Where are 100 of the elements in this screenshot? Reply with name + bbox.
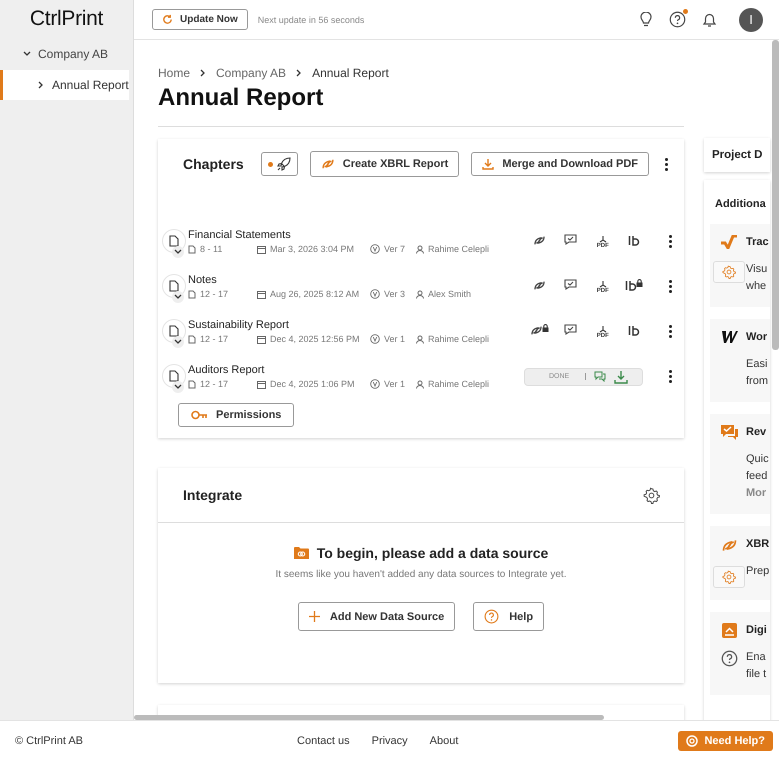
tool-description: Quic	[746, 452, 769, 467]
tool-title: Wor	[746, 331, 768, 343]
review-icon[interactable]	[564, 234, 578, 246]
chapter-name[interactable]: Auditors Report	[188, 364, 524, 376]
tool-description: feed	[746, 469, 768, 484]
acrobat-icon	[598, 326, 608, 332]
lock-icon	[542, 324, 550, 332]
checkmark-icon	[720, 235, 738, 249]
settings-button[interactable]	[713, 566, 745, 588]
tool-description: Visu	[746, 262, 768, 277]
avatar[interactable]: I	[739, 8, 763, 32]
pages-icon	[188, 290, 196, 298]
tool-description: Prep	[746, 564, 770, 579]
pages-icon	[188, 244, 196, 254]
lifebuoy-icon	[686, 734, 698, 746]
create-xbrl-report-button[interactable]: Create XBRL Report	[310, 151, 460, 177]
review-chat-icon	[720, 425, 738, 440]
version-label: Ver 1	[384, 379, 406, 389]
copyright: © CtrlPrint AB	[15, 734, 84, 746]
tool-description: whe	[746, 279, 768, 294]
w-logo-icon	[720, 330, 738, 343]
help-icon[interactable]	[667, 9, 688, 30]
footer-link[interactable]: Contact us	[297, 734, 350, 746]
rocket-button[interactable]	[260, 152, 298, 176]
version-icon	[370, 379, 380, 389]
add-data-source-button[interactable]: Add New Data Source	[298, 602, 456, 631]
footer-link[interactable]: Privacy	[372, 734, 408, 746]
settings-icon	[722, 265, 736, 279]
leaf-link-icon	[533, 234, 546, 246]
version-label: Ver 7	[384, 244, 406, 254]
update-now-button[interactable]: Update Now	[152, 9, 248, 30]
author-name: Rahime Celepli	[428, 379, 490, 389]
xbrl-button[interactable]	[533, 234, 546, 246]
user-icon	[416, 290, 424, 298]
calendar-icon	[257, 244, 266, 254]
document-icon	[162, 364, 186, 388]
card-title: Chapters	[183, 156, 245, 172]
lock-icon	[636, 278, 644, 286]
help-icon	[484, 609, 500, 624]
permissions-button[interactable]: Permissions	[178, 403, 294, 427]
page-range: 8 - 11	[200, 244, 222, 254]
empty-state-title: To begin, please add a data source	[316, 545, 548, 561]
chevron-down-icon	[173, 382, 183, 392]
settings-button[interactable]	[713, 261, 745, 283]
id-icon	[628, 234, 640, 246]
help-icon	[720, 650, 738, 667]
modified-date: Dec 4, 2025 1:06 PM	[270, 379, 355, 389]
leaf-link-icon	[533, 278, 546, 292]
id-button[interactable]	[628, 234, 640, 246]
chapter-name[interactable]: Sustainability Report	[188, 319, 524, 331]
user-icon	[416, 334, 424, 344]
version-icon	[370, 244, 380, 254]
help-button[interactable]: Help	[473, 602, 544, 631]
chevron-down-icon	[173, 246, 183, 256]
chevron-down-icon	[173, 292, 183, 302]
calendar-icon	[257, 334, 266, 344]
archive-icon	[722, 623, 736, 638]
document-icon	[162, 228, 186, 252]
tool-title: XBR	[746, 538, 770, 550]
footer-link[interactable]: About	[430, 734, 458, 746]
chapter-name[interactable]: Notes	[188, 274, 524, 286]
project-details-tab[interactable]: Project D	[704, 138, 770, 172]
review-icon[interactable]	[564, 278, 578, 290]
nav-item[interactable]: Annual Report	[0, 70, 129, 100]
breadcrumb-link[interactable]: Home	[158, 66, 190, 80]
breadcrumb-link[interactable]: Annual Report	[312, 66, 389, 80]
user-icon	[416, 244, 424, 254]
scrollbar[interactable]	[134, 715, 604, 720]
id-button[interactable]	[628, 324, 640, 336]
chapter-name[interactable]: Financial Statements	[188, 229, 524, 241]
pages-icon	[188, 380, 196, 388]
breadcrumb-link[interactable]: Company AB	[216, 66, 286, 80]
author-name: Alex Smith	[428, 289, 472, 299]
version-label: Ver 1	[384, 334, 406, 344]
leaf-link-icon	[530, 324, 544, 336]
chevron-down-icon	[173, 336, 183, 346]
modified-date: Mar 3, 2026 3:04 PM	[270, 244, 354, 254]
xbrl-button[interactable]	[530, 324, 550, 336]
merge-download-pdf-button[interactable]: Merge and Download PDF	[471, 152, 649, 176]
acrobat-icon	[598, 236, 608, 242]
author-name: Rahime Celepli	[428, 244, 490, 254]
download-icon[interactable]	[614, 370, 628, 384]
key-icon	[191, 410, 208, 420]
chat-icon[interactable]	[594, 371, 606, 382]
tool-title: Trac	[746, 236, 769, 248]
version-icon	[370, 289, 380, 299]
card-title: Integrate	[183, 487, 244, 503]
tool-description: Ena	[746, 650, 767, 665]
modified-date: Dec 4, 2025 12:56 PM	[270, 334, 360, 344]
id-button[interactable]	[625, 278, 644, 290]
panel-title: Additiona	[715, 198, 767, 210]
download-icon	[482, 158, 494, 170]
nav-item[interactable]: Company AB	[0, 39, 133, 69]
tool-title: Digi	[746, 624, 767, 636]
logo[interactable]: CtrlPrint	[0, 0, 133, 39]
xbrl-button[interactable]	[533, 278, 546, 292]
tool-title: Rev	[746, 426, 768, 438]
rocket-icon	[276, 157, 291, 171]
review-icon[interactable]	[564, 324, 578, 336]
scrollbar[interactable]	[772, 40, 779, 350]
